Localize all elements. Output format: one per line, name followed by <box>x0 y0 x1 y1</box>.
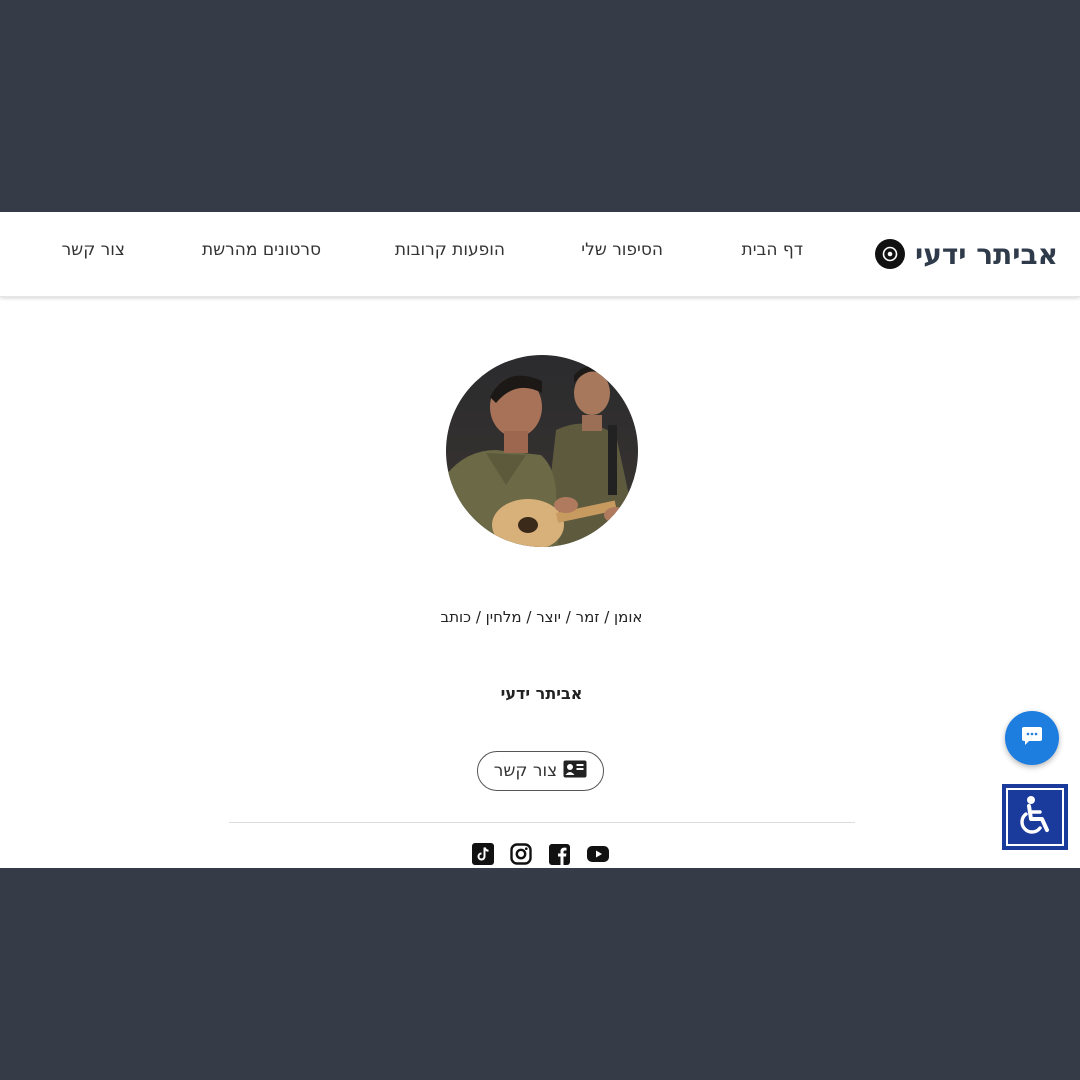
instagram-icon[interactable] <box>510 842 534 866</box>
nav-item-my-story[interactable]: הסיפור שלי <box>581 240 663 260</box>
vinyl-record-icon <box>874 239 905 269</box>
artist-name: אביתר ידעי <box>500 684 583 703</box>
divider <box>229 822 855 823</box>
wheelchair-icon <box>1018 795 1052 839</box>
youtube-icon[interactable] <box>587 842 611 866</box>
top-navbar: אביתר ידעי דף הבית הסיפור שלי הופעות קרו… <box>0 212 1080 297</box>
artist-tagline: אומן / זמר / יוצר / מלחין / כותב <box>440 608 643 626</box>
contact-button-label: צור קשר <box>493 761 558 781</box>
accessibility-button[interactable] <box>1002 784 1068 850</box>
facebook-icon[interactable] <box>549 842 573 866</box>
nav-item-upcoming-shows[interactable]: הופעות קרובות <box>395 240 505 260</box>
nav-item-videos[interactable]: סרטונים מהרשת <box>202 240 321 260</box>
brand-name: אביתר ידעי <box>914 237 1058 271</box>
profile-photo <box>446 355 638 547</box>
nav-item-home[interactable]: דף הבית <box>742 240 803 260</box>
contact-button[interactable]: צור קשר <box>477 751 604 791</box>
chat-bubble-icon <box>1021 726 1043 750</box>
tiktok-icon[interactable] <box>472 842 496 866</box>
brand-logo[interactable]: אביתר ידעי <box>874 232 1058 276</box>
website-page: אביתר ידעי דף הבית הסיפור שלי הופעות קרו… <box>0 212 1080 868</box>
social-links <box>472 842 612 866</box>
accessibility-frame <box>1006 788 1064 846</box>
contact-card-icon <box>563 760 587 782</box>
chat-button[interactable] <box>1005 711 1059 765</box>
nav-item-contact[interactable]: צור קשר <box>62 240 125 260</box>
